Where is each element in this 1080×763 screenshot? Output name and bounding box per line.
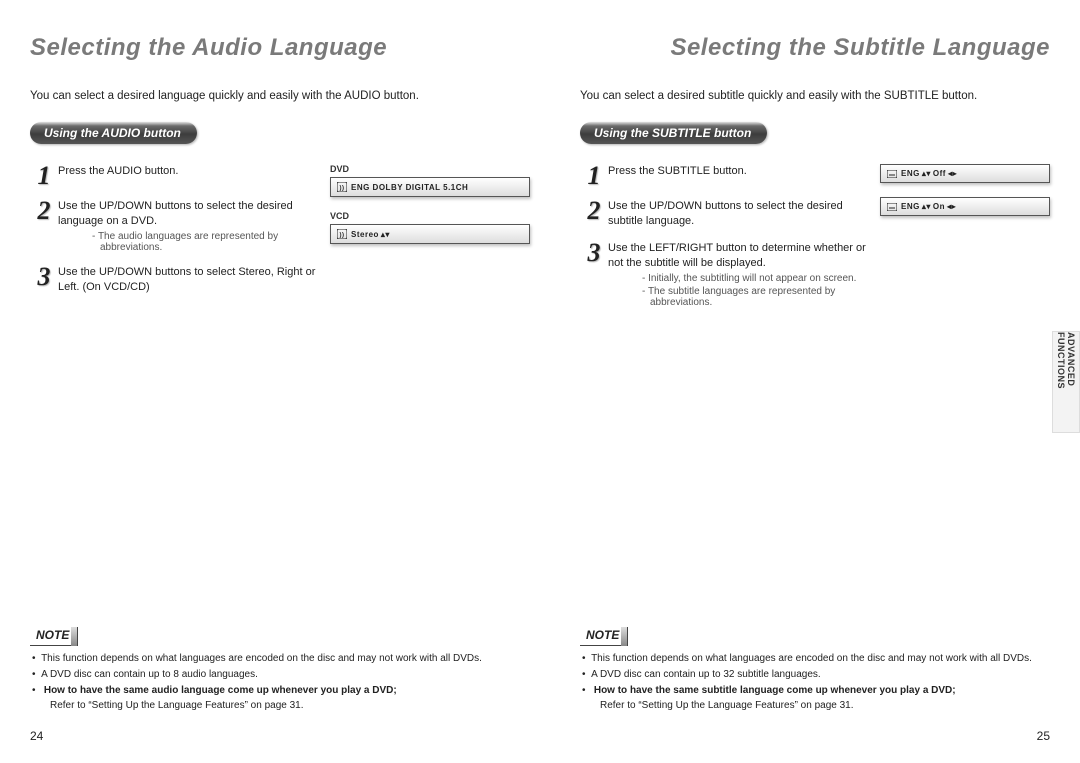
note-block: NOTE This function depends on what langu…: [580, 627, 1050, 715]
step-2: 2 Use the UP/DOWN buttons to select the …: [580, 199, 872, 229]
audio-icon: )): [337, 182, 347, 192]
audio-icon: )): [337, 229, 347, 239]
content-row: 1 Press the SUBTITLE button. 2 Use the U…: [580, 164, 1050, 320]
content-row: 1 Press the AUDIO button. 2 Use the UP/D…: [30, 164, 530, 307]
note-item: This function depends on what languages …: [30, 652, 510, 665]
svg-text:)): )): [340, 233, 345, 239]
step-text: Use the UP/DOWN buttons to select Stereo…: [58, 265, 322, 295]
steps-column: 1 Press the SUBTITLE button. 2 Use the U…: [580, 164, 872, 320]
page-title: Selecting the Subtitle Language: [580, 34, 1050, 62]
step-1: 1 Press the AUDIO button.: [30, 164, 322, 187]
step-subnote: Initially, the subtitling will not appea…: [622, 273, 872, 284]
intro-text: You can select a desired subtitle quickl…: [580, 90, 1050, 102]
svg-text:)): )): [340, 186, 345, 192]
page-number: 24: [30, 729, 43, 743]
step-3: 3 Use the UP/DOWN buttons to select Ster…: [30, 265, 322, 295]
osd-text: Stereo: [351, 230, 379, 239]
note-bold-text: How to have the same audio language come…: [44, 685, 397, 696]
step-text: Use the UP/DOWN buttons to select the de…: [608, 199, 872, 229]
osd-on: ENG ▴▾ On ◂▸: [880, 197, 1050, 216]
updown-arrow-icon: ▴▾: [922, 169, 931, 178]
step-subnote: The subtitle languages are represented b…: [622, 286, 872, 308]
page-number: 25: [1037, 729, 1050, 743]
note-item: This function depends on what languages …: [580, 652, 1050, 665]
note-item-bold: How to have the same audio language come…: [30, 684, 510, 712]
page-25: Selecting the Subtitle Language You can …: [540, 0, 1080, 763]
note-block: NOTE This function depends on what langu…: [30, 627, 510, 715]
subtitle-icon: [887, 170, 897, 178]
osd-text: ENG DOLBY DIGITAL 5.1CH: [351, 183, 468, 192]
display-column: ENG ▴▾ Off ◂▸ ENG ▴▾ On ◂▸: [872, 164, 1050, 230]
note-item-bold: How to have the same subtitle language c…: [580, 684, 1050, 712]
osd-box: )) ENG DOLBY DIGITAL 5.1CH: [330, 177, 530, 197]
osd-box: )) Stereo ▴▾: [330, 224, 530, 244]
osd-off: ENG ▴▾ Off ◂▸: [880, 164, 1050, 183]
updown-arrow-icon: ▴▾: [922, 202, 931, 211]
step-text: Press the AUDIO button.: [58, 164, 178, 179]
note-item: A DVD disc can contain up to 32 subtitle…: [580, 668, 1050, 681]
section-pill: Using the AUDIO button: [30, 122, 197, 144]
step-text: Use the LEFT/RIGHT button to determine w…: [608, 241, 872, 271]
osd-vcd: VCD )) Stereo ▴▾: [330, 211, 530, 244]
page-title: Selecting the Audio Language: [30, 34, 530, 62]
step-number: 2: [30, 199, 58, 222]
step-text: Press the SUBTITLE button.: [608, 164, 747, 179]
intro-text: You can select a desired language quickl…: [30, 90, 530, 102]
osd-state: On: [933, 202, 945, 211]
osd-box: ENG ▴▾ On ◂▸: [880, 197, 1050, 216]
note-sub-text: Refer to “Setting Up the Language Featur…: [590, 699, 1050, 712]
step-3: 3 Use the LEFT/RIGHT button to determine…: [580, 241, 872, 308]
section-tab-advanced-functions: ADVANCED FUNCTIONS: [1052, 331, 1080, 433]
display-column: DVD )) ENG DOLBY DIGITAL 5.1CH VCD )): [322, 164, 530, 258]
updown-arrow-icon: ▴▾: [381, 230, 390, 239]
subtitle-icon: [887, 203, 897, 211]
step-number: 1: [580, 164, 608, 187]
osd-label: VCD: [330, 211, 530, 221]
osd-lang: ENG: [901, 202, 920, 211]
note-label: NOTE: [580, 627, 627, 646]
note-bold-text: How to have the same subtitle language c…: [594, 685, 956, 696]
note-label: NOTE: [30, 627, 77, 646]
step-number: 3: [580, 241, 608, 264]
step-1: 1 Press the SUBTITLE button.: [580, 164, 872, 187]
leftright-arrow-icon: ◂▸: [947, 202, 956, 211]
step-2: 2 Use the UP/DOWN buttons to select the …: [30, 199, 322, 253]
note-list: This function depends on what languages …: [580, 652, 1050, 712]
section-pill: Using the SUBTITLE button: [580, 122, 767, 144]
step-number: 3: [30, 265, 58, 288]
step-number: 2: [580, 199, 608, 222]
osd-dvd: DVD )) ENG DOLBY DIGITAL 5.1CH: [330, 164, 530, 197]
note-sub-text: Refer to “Setting Up the Language Featur…: [40, 699, 510, 712]
step-number: 1: [30, 164, 58, 187]
osd-label: DVD: [330, 164, 530, 174]
step-subnote: The audio languages are represented by a…: [72, 231, 322, 253]
osd-state: Off: [933, 169, 946, 178]
osd-lang: ENG: [901, 169, 920, 178]
step-text: Use the UP/DOWN buttons to select the de…: [58, 199, 322, 229]
two-page-spread: Selecting the Audio Language You can sel…: [0, 0, 1080, 763]
page-24: Selecting the Audio Language You can sel…: [0, 0, 540, 763]
leftright-arrow-icon: ◂▸: [948, 169, 957, 178]
steps-column: 1 Press the AUDIO button. 2 Use the UP/D…: [30, 164, 322, 307]
note-list: This function depends on what languages …: [30, 652, 510, 712]
note-item: A DVD disc can contain up to 8 audio lan…: [30, 668, 510, 681]
osd-box: ENG ▴▾ Off ◂▸: [880, 164, 1050, 183]
